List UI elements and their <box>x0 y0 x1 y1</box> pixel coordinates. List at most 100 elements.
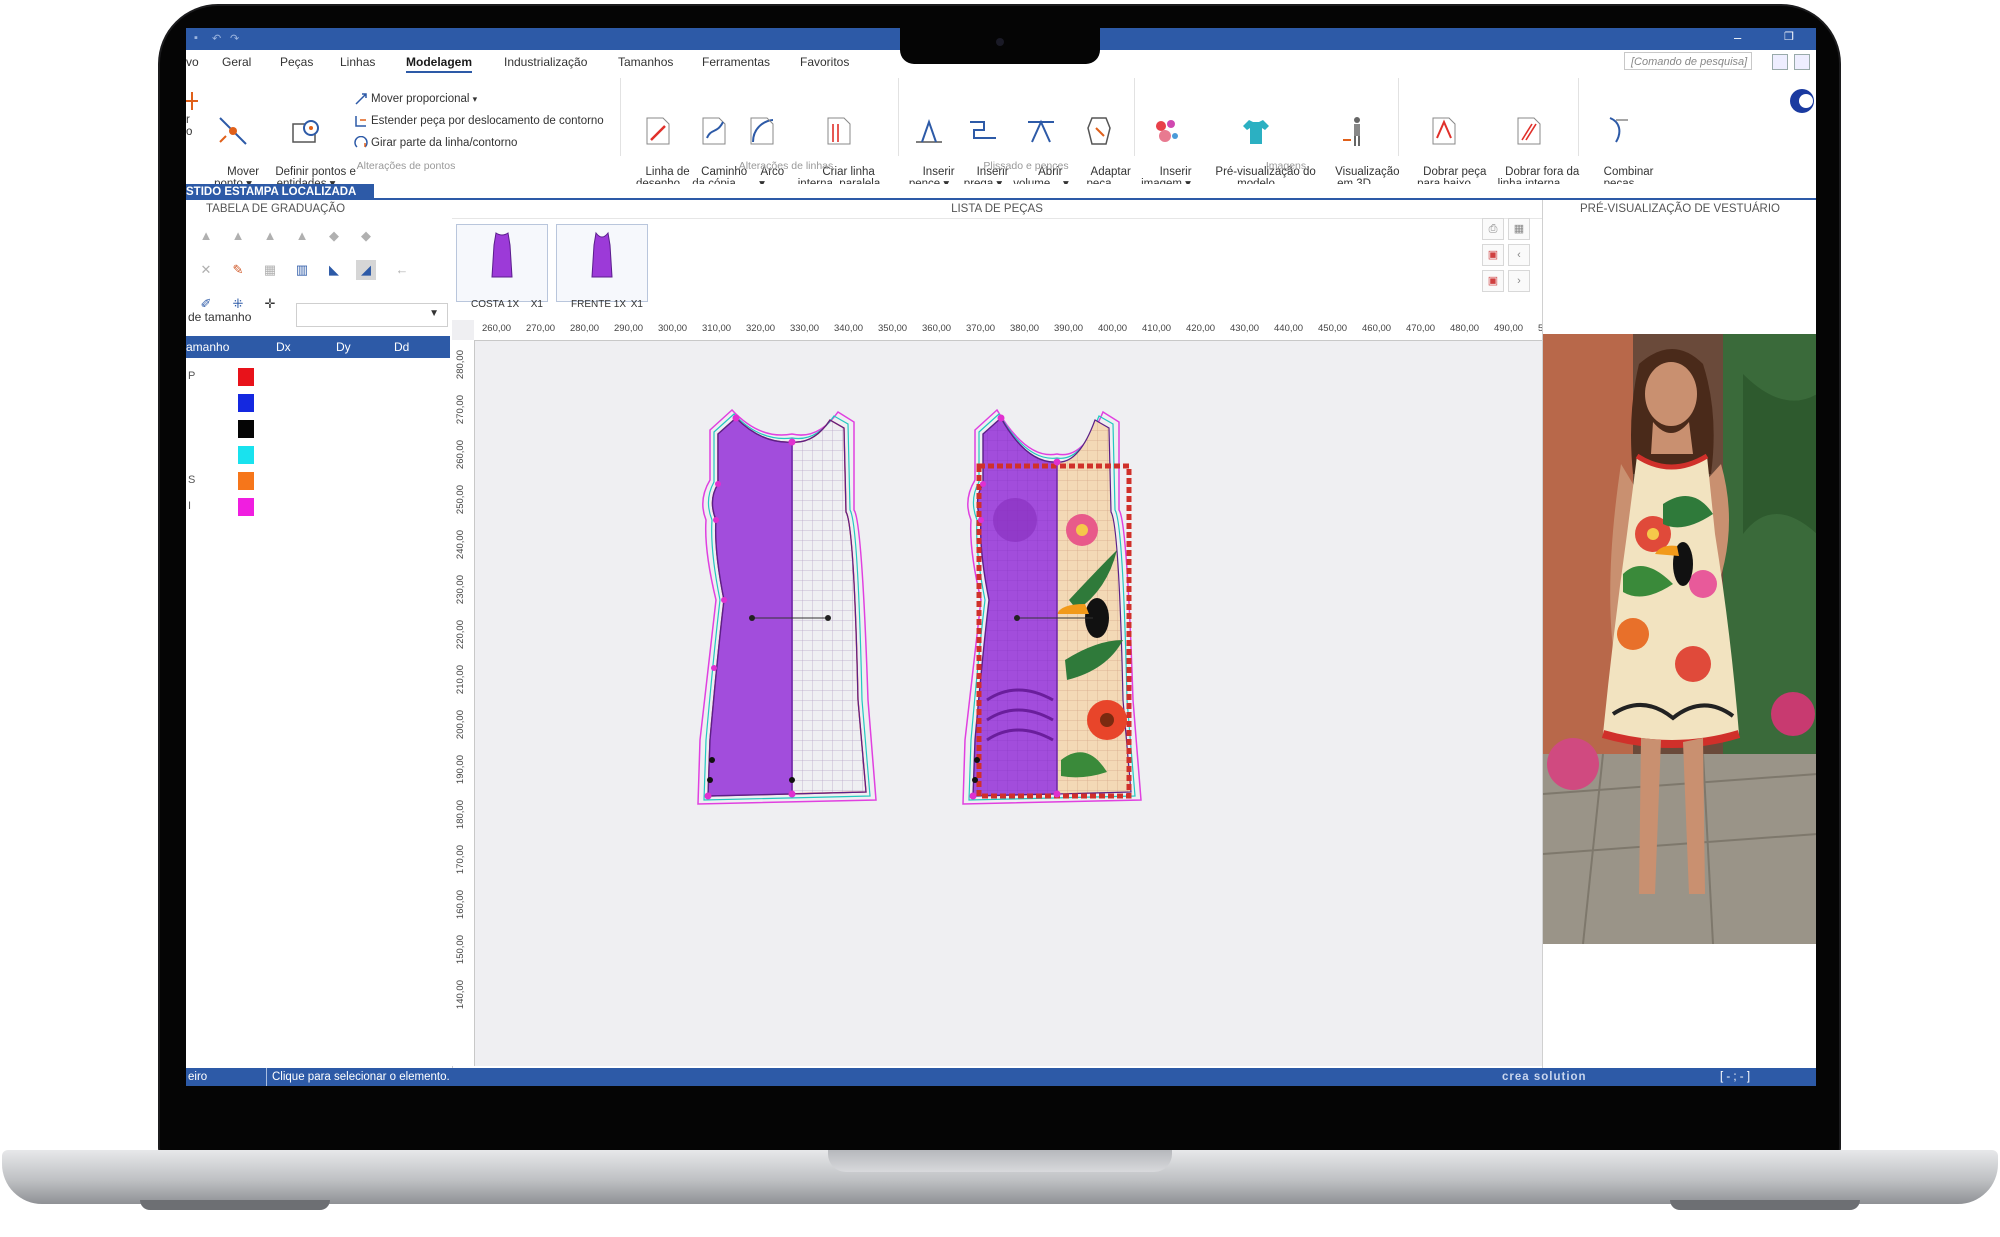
size-color-swatch[interactable] <box>238 420 254 438</box>
ruler-tick-label: 240,00 <box>455 530 466 560</box>
grade-tool-icon[interactable]: ◆ <box>324 226 344 246</box>
move-proportional-button[interactable]: Mover proporcional ▾ <box>354 92 477 106</box>
brand-label: crea solution <box>1502 1071 1587 1083</box>
insert-dart-icon <box>916 118 942 143</box>
laptop-foot-left <box>140 1200 330 1210</box>
prev-icon[interactable]: ‹ <box>1508 244 1530 266</box>
col-dx[interactable]: Dx <box>276 336 291 358</box>
shirt-preview-icon <box>1243 120 1269 144</box>
save-icon[interactable]: ▪ <box>194 32 206 44</box>
front-pattern-piece[interactable] <box>957 400 1217 820</box>
command-search-input[interactable]: [Comando de pesquisa] <box>1624 52 1752 70</box>
laptop-foot-right <box>1670 1200 1860 1210</box>
extend-piece-button[interactable]: Estender peça por deslocamento de contor… <box>354 114 604 128</box>
group-label-images: Imagens <box>1265 160 1307 172</box>
minimize-icon[interactable]: – <box>1734 30 1741 45</box>
ruler-tick-label: 440,00 <box>1274 323 1304 334</box>
size-color-swatch[interactable] <box>238 472 254 490</box>
panel-title: TABELA DE GRADUAÇÃO <box>206 203 346 215</box>
restore-icon[interactable]: ❐ <box>1784 30 1794 43</box>
rotate-part-button[interactable]: Girar parte da linha/contorno <box>354 135 517 150</box>
ruler-tick-label: 480,00 <box>1450 323 1480 334</box>
status-message: Clique para selecionar o elemento. <box>272 1071 450 1083</box>
size-select[interactable]: ▼ <box>296 303 448 327</box>
ruler-tick-label: 460,00 <box>1362 323 1392 334</box>
arrow-left-icon[interactable]: ← <box>392 260 412 280</box>
ribbon: r o Mover ponto ▾ Definir pontos e entid… <box>186 74 1816 190</box>
ruler-tick-label: 470,00 <box>1406 323 1436 334</box>
layout-icon[interactable] <box>1772 54 1788 70</box>
size-color-swatch[interactable] <box>238 394 254 412</box>
move-point-icon <box>219 117 247 145</box>
back-pattern-piece[interactable] <box>692 400 952 820</box>
copy-path-icon <box>702 117 726 145</box>
tab-industrializacao[interactable]: Industrialização <box>504 55 587 69</box>
grade-tool-icon[interactable]: ▲ <box>292 226 312 246</box>
coordinates: [ - ; - ] <box>1720 1071 1751 1083</box>
ruler-tick-label: 230,00 <box>455 575 466 605</box>
size-row[interactable] <box>186 390 450 416</box>
piece-thumbnail[interactable]: FRENTE 1X X1 <box>556 224 648 310</box>
ribbon-separator <box>898 78 899 156</box>
pattern-canvas[interactable]: 260,00 270,00 280,00 290,00 300,00 310,00 320,… <box>452 320 1542 1066</box>
print-icon[interactable]: ⎙ <box>1482 218 1504 240</box>
view-grid-icon[interactable]: ▦ <box>1508 218 1530 240</box>
extend-contour-icon <box>355 116 366 127</box>
grade-tool-icon[interactable]: ▲ <box>260 226 280 246</box>
document-tab[interactable]: STIDO ESTAMPA LOCALIZADA <box>186 184 375 200</box>
webcam <box>996 38 1004 46</box>
size-row[interactable] <box>186 442 450 468</box>
tab-geral[interactable]: Geral <box>222 55 251 69</box>
tab-pecas[interactable]: Peças <box>280 55 313 69</box>
grid-icon[interactable] <box>1794 54 1810 70</box>
ruler-tick-label: 400,00 <box>1098 323 1128 334</box>
size-row[interactable] <box>186 416 450 442</box>
crosshair-icon[interactable]: ✛ <box>260 294 280 314</box>
col-dd[interactable]: Dd <box>394 336 409 358</box>
tab-arquivo[interactable]: vo <box>186 55 199 69</box>
ribbon-separator <box>1578 78 1579 156</box>
size-row[interactable]: P <box>186 364 450 390</box>
grade-tool-icon[interactable]: ▦ <box>260 260 280 280</box>
size-color-swatch[interactable] <box>238 368 254 386</box>
chevron-down-icon: ▼ <box>429 308 439 319</box>
ruler-tick-label: 180,00 <box>455 800 466 830</box>
ruler-tick-label: 390,00 <box>1054 323 1084 334</box>
ruler-tick-label: 190,00 <box>455 755 466 785</box>
redo-icon[interactable]: ↷ <box>230 32 242 45</box>
piece-options-icon[interactable]: ▣ <box>1482 270 1504 292</box>
move-proportional-icon <box>355 93 367 105</box>
grade-edit-icon[interactable]: ✎ <box>228 260 248 280</box>
delete-piece-icon[interactable]: ▣ <box>1482 244 1504 266</box>
ruler-tick-label: 380,00 <box>1010 323 1040 334</box>
status-left: eiro <box>188 1071 208 1083</box>
grade-active-tool-icon[interactable]: ◢ <box>356 260 376 280</box>
tab-modelagem[interactable]: Modelagem <box>406 55 473 73</box>
ribbon-separator <box>1134 78 1135 156</box>
ruler-tick-label: 270,00 <box>455 395 466 425</box>
parallel-line-icon <box>827 117 851 145</box>
size-color-swatch[interactable] <box>238 498 254 516</box>
next-icon[interactable]: › <box>1508 270 1530 292</box>
tab-tamanhos[interactable]: Tamanhos <box>618 55 673 69</box>
grade-tool-icon[interactable]: ▲ <box>228 226 248 246</box>
horizontal-ruler: 260,00 270,00 280,00 290,00 300,00 310,00 320,… <box>474 320 1542 341</box>
size-color-swatch[interactable] <box>238 446 254 464</box>
piece-thumbnail[interactable]: COSTA 1X X1 <box>456 224 548 310</box>
tab-favoritos[interactable]: Favoritos <box>800 55 849 69</box>
grade-tool-icon[interactable]: ◆ <box>356 226 376 246</box>
ruler-tick-label: 270,00 <box>526 323 556 334</box>
col-dy[interactable]: Dy <box>336 336 351 358</box>
ruler-tick-label: 170,00 <box>455 845 466 875</box>
tab-ferramentas[interactable]: Ferramentas <box>702 55 770 69</box>
grade-tool-icon[interactable]: ✕ <box>196 260 216 280</box>
grade-chart-icon[interactable]: ▥ <box>292 260 312 280</box>
col-size[interactable]: amanho <box>186 336 229 358</box>
grade-slope-icon[interactable]: ◣ <box>324 260 344 280</box>
undo-icon[interactable]: ↶ <box>212 32 224 45</box>
ribbon-cutoff-button[interactable]: r o <box>186 114 196 138</box>
size-row[interactable]: I <box>186 494 450 520</box>
grade-tool-icon[interactable]: ▲ <box>196 226 216 246</box>
tab-linhas[interactable]: Linhas <box>340 55 375 69</box>
size-row[interactable]: S <box>186 468 450 494</box>
